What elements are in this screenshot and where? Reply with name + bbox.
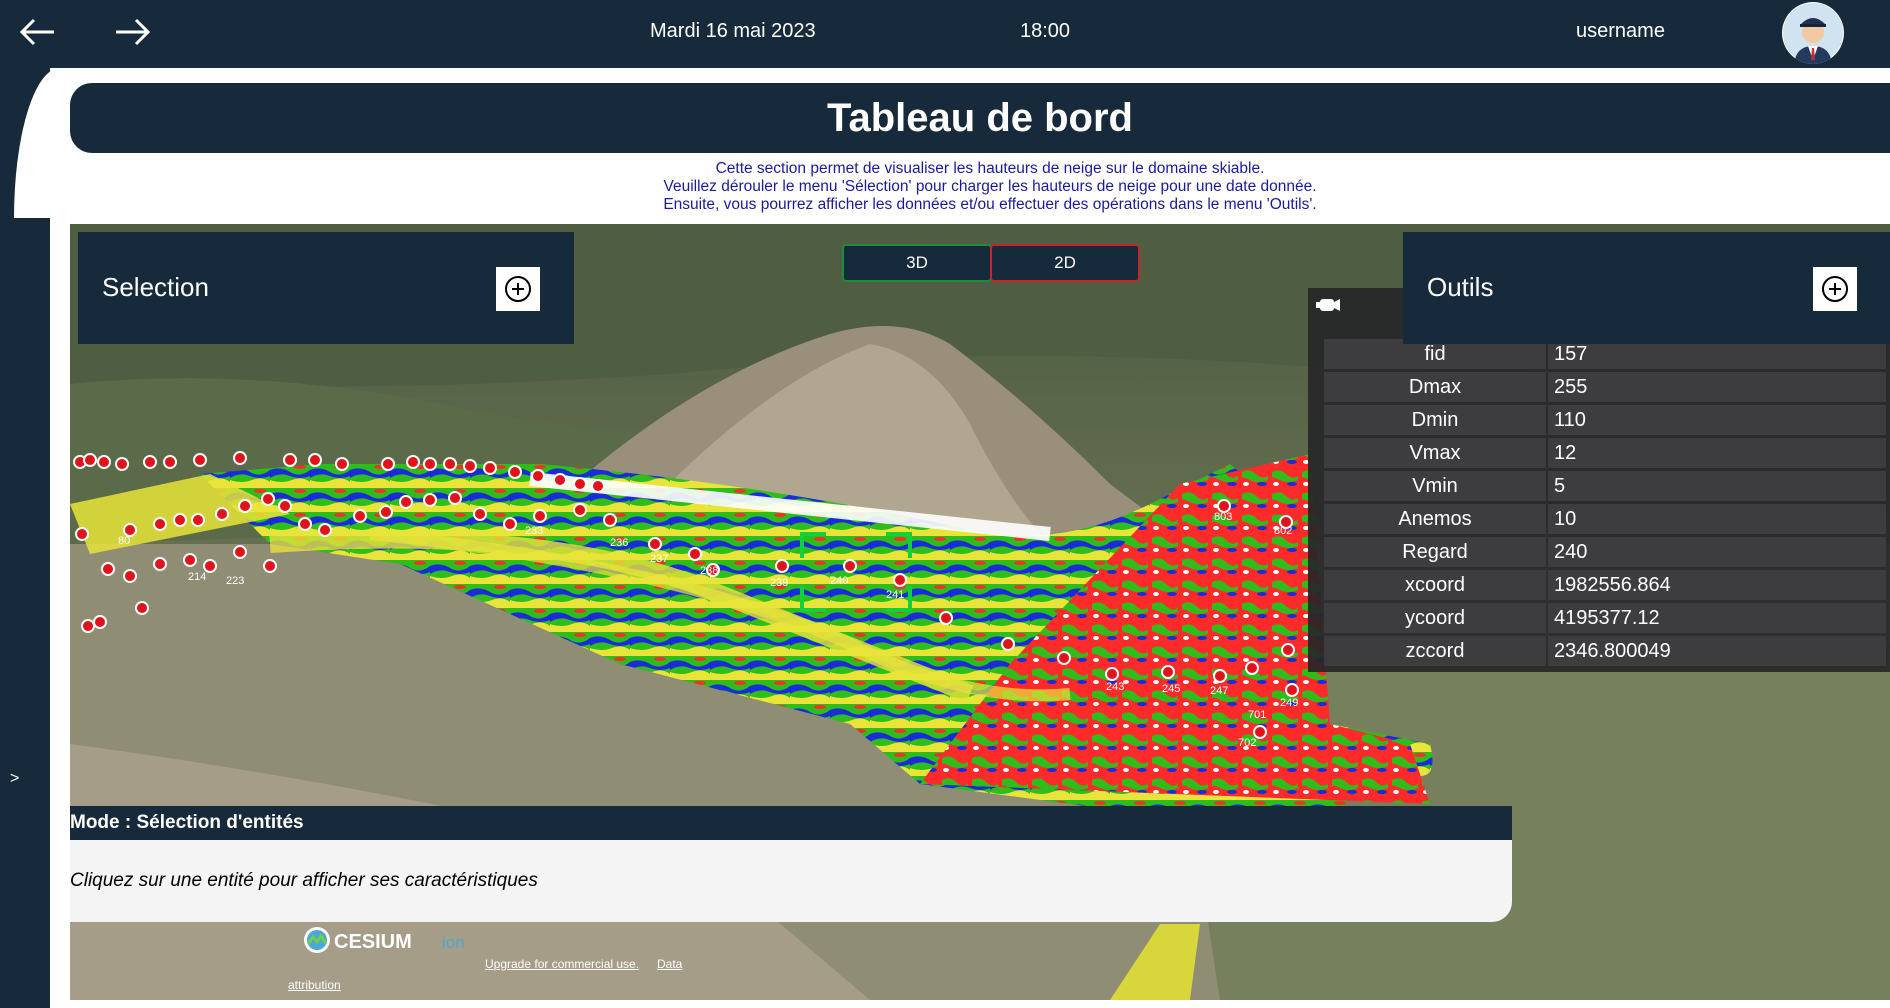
cesium-logo-suffix: ion (442, 933, 465, 952)
marker-label: 240 (830, 575, 848, 587)
current-time: 18:00 (1020, 20, 1071, 42)
view-3d-button[interactable]: 3D (842, 244, 992, 282)
attribute-value: 110 (1548, 405, 1886, 435)
attribute-row: xcoord 1982556.864 (1324, 570, 1886, 600)
page-title: Tableau de bord (70, 83, 1890, 153)
sidebar-toggle-button[interactable]: > (10, 770, 19, 788)
attribution-link[interactable]: attribution (288, 978, 341, 992)
mode-status-header: Mode : Sélection d'entités (70, 806, 1512, 840)
cesium-logo-text: CESIUM (334, 931, 412, 953)
marker-label: 241 (886, 589, 904, 601)
attribute-row: Regard 240 (1324, 537, 1886, 567)
attribute-value: 1982556.864 (1548, 570, 1886, 600)
attribute-value: 2346.800049 (1548, 636, 1886, 666)
current-date: Mardi 16 mai 2023 (650, 20, 816, 42)
attribute-row: Dmin 110 (1324, 405, 1886, 435)
camera-icon[interactable] (1316, 296, 1346, 316)
user-avatar-icon[interactable] (1782, 2, 1844, 64)
selection-expand-plus-circle-icon[interactable] (496, 267, 540, 311)
attribute-key: Dmin (1324, 405, 1546, 435)
attribute-row: Vmin 5 (1324, 471, 1886, 501)
marker-label: 701 (1248, 709, 1266, 721)
upgrade-commercial-link[interactable]: Upgrade for commercial use. (485, 957, 639, 971)
marker-label: 702 (1238, 737, 1256, 749)
marker-label: 802 (1274, 525, 1292, 537)
attribute-key: Vmax (1324, 438, 1546, 468)
marker-label: 233 (525, 525, 543, 537)
attribute-row: ycoord 4195377.12 (1324, 603, 1886, 633)
view-mode-toggle: 3D 2D (842, 244, 1140, 282)
marker-label: 214 (188, 571, 206, 583)
marker-label: 239 (770, 577, 788, 589)
attribute-key: Regard (1324, 537, 1546, 567)
entity-attributes-table: fid 157 Dmax 255 Dmin 110 Vmax 12 Vmin 5 Anemos 10 R… (1322, 336, 1888, 669)
attribute-key: ycoord (1324, 603, 1546, 633)
attribute-key: Vmin (1324, 471, 1546, 501)
attribute-value: 240 (1548, 537, 1886, 567)
marker-label: 245 (1162, 683, 1180, 695)
marker-label: 247 (1210, 685, 1228, 697)
top-bar: Mardi 16 mai 2023 18:00 username (0, 0, 1890, 68)
attribute-row: zccord 2346.800049 (1324, 636, 1886, 666)
attribute-key: Dmax (1324, 372, 1546, 402)
marker-label: 249 (1280, 697, 1298, 709)
data-attribution-link[interactable]: Data (657, 957, 682, 971)
attribute-row: Dmax 255 (1324, 372, 1886, 402)
attribute-key: xcoord (1324, 570, 1546, 600)
marker-label: 223 (226, 575, 244, 587)
marker-label: 237 (650, 553, 668, 565)
mode-status-panel: Mode : Sélection d'entités Cliquez sur u… (70, 806, 1512, 922)
outils-title: Outils (1427, 272, 1494, 302)
attribute-row: Vmax 12 (1324, 438, 1886, 468)
attribute-key: zccord (1324, 636, 1546, 666)
outils-panel: Outils (1403, 232, 1890, 344)
marker-label: 243 (1106, 681, 1124, 693)
outils-expand-plus-circle-icon[interactable] (1813, 267, 1857, 311)
back-arrow-icon[interactable] (16, 14, 58, 50)
username-label[interactable]: username (1576, 20, 1665, 43)
marker-label: 238 (700, 565, 718, 577)
attribute-value: 5 (1548, 471, 1886, 501)
attribute-value: 10 (1548, 504, 1886, 534)
intro-line-1: Cette section permet de visualiser les h… (715, 160, 1265, 177)
attribute-value: 255 (1548, 372, 1886, 402)
forward-arrow-icon[interactable] (112, 14, 154, 50)
marker-label: 80 (118, 535, 130, 547)
selection-panel: Selection (78, 232, 574, 344)
attribute-value: 4195377.12 (1548, 603, 1886, 633)
mode-status-message: Cliquez sur une entité pour afficher ses… (70, 870, 538, 891)
intro-line-2: Veuillez dérouler le menu 'Sélection' po… (663, 178, 1317, 195)
intro-line-3: Ensuite, vous pourrez afficher les donné… (663, 196, 1317, 213)
marker-label: 236 (610, 537, 628, 549)
entity-info-box: fid 157 Dmax 255 Dmin 110 Vmax 12 Vmin 5 Anemos 10 R… (1308, 288, 1890, 672)
selection-title: Selection (102, 272, 209, 302)
cesium-ion-logo[interactable]: CESIUM ion (302, 924, 472, 958)
attribute-value: 12 (1548, 438, 1886, 468)
view-2d-button[interactable]: 2D (990, 244, 1140, 282)
attribute-key: Anemos (1324, 504, 1546, 534)
cesium-map-viewer[interactable]: 80 214 223 233 236 237 238 239 240 241 2… (70, 224, 1890, 1000)
attribute-row: Anemos 10 (1324, 504, 1886, 534)
intro-text: Cette section permet de visualiser les h… (520, 160, 1460, 214)
marker-label: 803 (1214, 511, 1232, 523)
